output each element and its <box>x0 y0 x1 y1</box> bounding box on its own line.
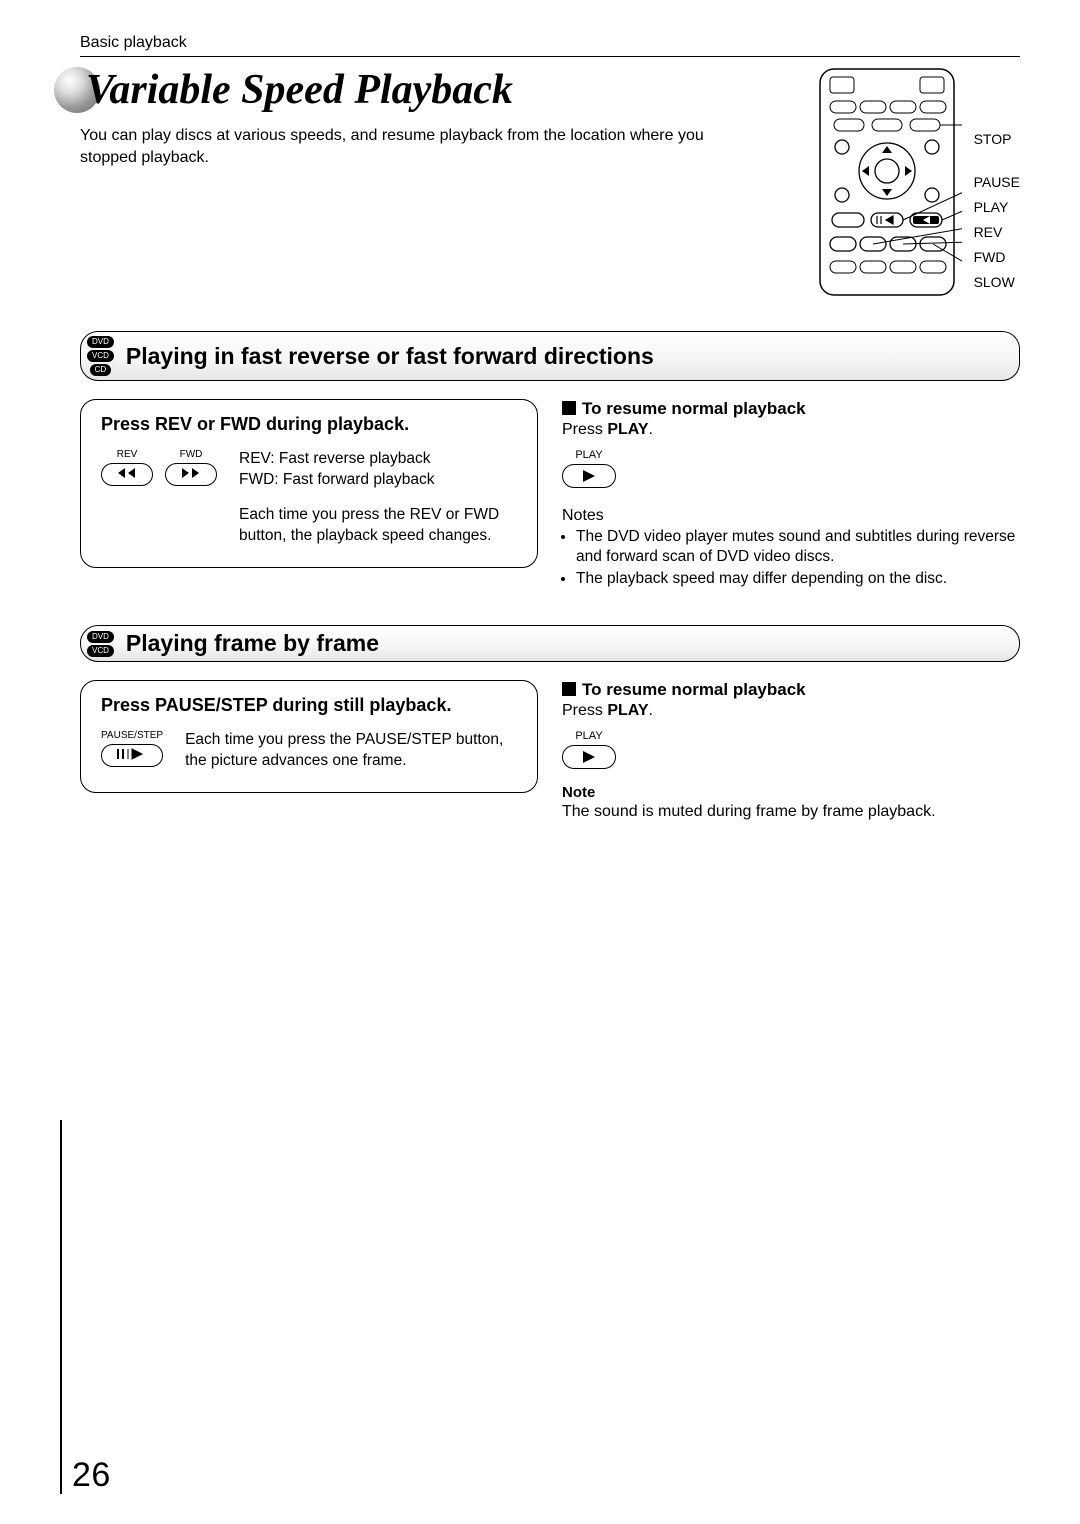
remote-icon <box>812 67 962 297</box>
badge-vcd: VCD <box>87 645 114 657</box>
section-title: Playing in fast reverse or fast forward … <box>126 343 654 370</box>
play-icon <box>562 464 616 488</box>
resume-heading: To resume normal playback <box>562 680 1020 700</box>
badge-vcd: VCD <box>87 350 114 362</box>
key-label-fwd: FWD <box>165 449 217 460</box>
pause-step-button-icon <box>101 744 163 767</box>
remote-diagram: STOP PAUSE PLAY REV FWD SLOW <box>812 67 1020 297</box>
section-header: DVD VCD CD Playing in fast reverse or fa… <box>80 331 1020 381</box>
step-box: Press REV or FWD during playback. REV FW… <box>80 399 538 568</box>
margin-rule <box>60 1120 62 1494</box>
badge-cd: CD <box>90 364 112 376</box>
resume-text: Press PLAY. <box>562 419 1020 441</box>
section-title: Playing frame by frame <box>126 630 379 657</box>
play-button-diagram: PLAY <box>562 449 616 493</box>
play-icon <box>562 745 616 769</box>
remote-labels: STOP PAUSE PLAY REV FWD SLOW <box>974 129 1020 293</box>
square-icon <box>562 401 576 415</box>
step-description: REV: Fast reverse playback FWD: Fast for… <box>239 449 517 547</box>
badge-dvd: DVD <box>87 631 114 643</box>
key-label-pause-step: PAUSE/STEP <box>101 730 163 741</box>
section-fast: DVD VCD CD Playing in fast reverse or fa… <box>80 331 1020 591</box>
page-title: Variable Speed Playback <box>80 67 788 113</box>
rev-button-icon <box>101 463 153 486</box>
note-text: The sound is muted during frame by frame… <box>562 801 1020 823</box>
section-header: DVD VCD Playing frame by frame <box>80 625 1020 662</box>
step-title: Press PAUSE/STEP during still playback. <box>101 695 517 716</box>
note-heading: Note <box>562 784 1020 801</box>
notes-heading: Notes <box>562 507 1020 525</box>
intro-text: You can play discs at various speeds, an… <box>80 125 710 168</box>
badge-dvd: DVD <box>87 336 114 348</box>
key-label-rev: REV <box>101 449 153 460</box>
step-description: Each time you press the PAUSE/STEP butto… <box>185 730 517 772</box>
section-frame: DVD VCD Playing frame by frame Press PAU… <box>80 625 1020 822</box>
page-number: 26 <box>72 1458 111 1492</box>
step-title: Press REV or FWD during playback. <box>101 414 517 435</box>
square-icon <box>562 682 576 696</box>
resume-text: Press PLAY. <box>562 700 1020 722</box>
notes-list: The DVD video player mutes sound and sub… <box>562 527 1020 589</box>
resume-heading: To resume normal playback <box>562 399 1020 419</box>
play-button-diagram: PLAY <box>562 730 616 774</box>
divider <box>80 56 1020 57</box>
step-box: Press PAUSE/STEP during still playback. … <box>80 680 538 793</box>
fwd-button-icon <box>165 463 217 486</box>
breadcrumb: Basic playback <box>80 34 1020 52</box>
manual-page: Basic playback Variable Speed Playback Y… <box>0 0 1080 1524</box>
